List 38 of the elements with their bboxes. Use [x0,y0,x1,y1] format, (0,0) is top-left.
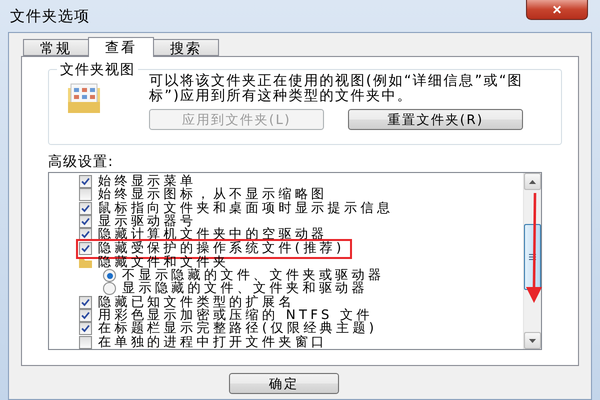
scroll-down-button[interactable] [524,332,541,349]
section-title: 高级设置: [48,153,115,171]
option-label: 显示隐藏的文件、文件夹和驱动器 [122,282,368,296]
checkbox[interactable] [79,309,92,322]
scroll-up-button[interactable] [524,173,541,190]
checkbox[interactable] [79,336,92,349]
checkbox[interactable] [79,242,92,256]
checkbox[interactable] [79,215,92,228]
group-title: 文件夹视图 [57,61,138,79]
checkbox[interactable] [79,202,92,215]
option-label: 始终显示图标，从不显示缩略图 [98,188,328,202]
radio-button[interactable] [103,269,116,282]
folder-view-button[interactable]: 重置文件夹(R) [348,109,523,130]
option-label: 显示驱动器号 [98,215,196,228]
option-label: 隐藏受保护的操作系统文件(推荐) [98,242,345,256]
option-label: 始终显示菜单 [98,175,196,188]
option-label: 隐藏已知文件类型的扩展名 [98,296,295,309]
tab[interactable]: 常规 [23,39,89,56]
description-text: 可以将该文件夹正在使用的视图(例如“详细信息”或“图标”)应用到所有这种类型的文件夹中。 [149,74,524,104]
up-caret-icon [529,180,536,184]
checkbox[interactable] [79,296,92,309]
tab[interactable]: 查看 [88,37,154,57]
option-label: 在单独的进程中打开文件夹窗口 [98,336,328,349]
down-caret-icon [529,338,536,342]
checkbox[interactable] [79,175,92,188]
option-label: 不显示隐藏的文件、文件夹或驱动器 [122,269,384,282]
ok-button[interactable]: 确定 [229,373,339,394]
checkbox[interactable] [79,322,92,336]
tab[interactable]: 搜索 [153,39,219,56]
close-button[interactable]: ✕ [526,0,588,20]
radio-button[interactable] [103,282,116,296]
option-label: 用彩色显示加密或压缩的 NTFS 文件 [98,309,374,322]
option-label: 在标题栏显示完整路径(仅限经典主题) [98,322,378,336]
window-title: 文件夹选项 [9,6,90,26]
folder-view-icon [67,82,101,114]
checkbox[interactable] [79,188,92,202]
group-label: 隐藏文件和文件夹 [98,256,230,269]
option-label: 鼠标指向文件夹和桌面项时显示提示信息 [98,202,394,215]
